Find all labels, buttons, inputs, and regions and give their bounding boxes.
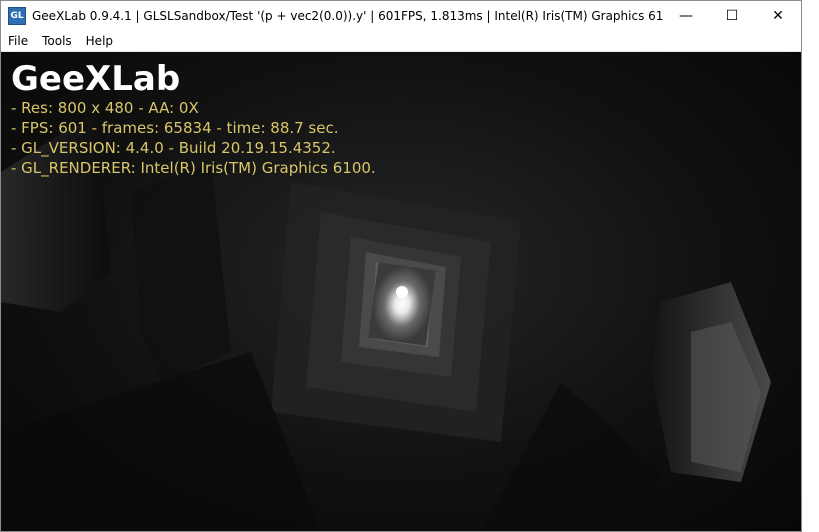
geexlab-app-icon[interactable]: GL <box>8 7 26 25</box>
close-button[interactable]: ✕ <box>755 1 801 31</box>
menu-help[interactable]: Help <box>79 34 120 48</box>
overlay-fps-line: - FPS: 601 - frames: 65834 - time: 88.7 … <box>11 119 339 137</box>
close-icon: ✕ <box>772 8 784 24</box>
overlay-gl-renderer-line: - GL_RENDERER: Intel(R) Iris(TM) Graphic… <box>11 159 376 177</box>
minimize-icon: — <box>679 8 693 24</box>
overlay-res-line: - Res: 800 x 480 - AA: 0X <box>11 99 199 117</box>
overlay-title: GeeXLab <box>11 59 181 99</box>
maximize-icon: ☐ <box>725 8 739 24</box>
menu-file[interactable]: File <box>1 34 35 48</box>
minimize-button[interactable]: — <box>663 1 709 31</box>
title-bar[interactable]: GL GeeXLab 0.9.4.1 | GLSLSandbox/Test '(… <box>1 1 801 31</box>
info-overlay: GeeXLab - Res: 800 x 480 - AA: 0X - FPS:… <box>11 60 376 178</box>
overlay-gl-version-line: - GL_VERSION: 4.4.0 - Build 20.19.15.435… <box>11 139 336 157</box>
maximize-button[interactable]: ☐ <box>709 1 755 31</box>
window-title: GeeXLab 0.9.4.1 | GLSLSandbox/Test '(p +… <box>32 9 663 23</box>
menu-bar: File Tools Help <box>1 31 801 52</box>
menu-tools[interactable]: Tools <box>35 34 79 48</box>
app-window: GL GeeXLab 0.9.4.1 | GLSLSandbox/Test '(… <box>0 0 802 532</box>
render-viewport[interactable]: GeeXLab - Res: 800 x 480 - AA: 0X - FPS:… <box>1 52 801 531</box>
